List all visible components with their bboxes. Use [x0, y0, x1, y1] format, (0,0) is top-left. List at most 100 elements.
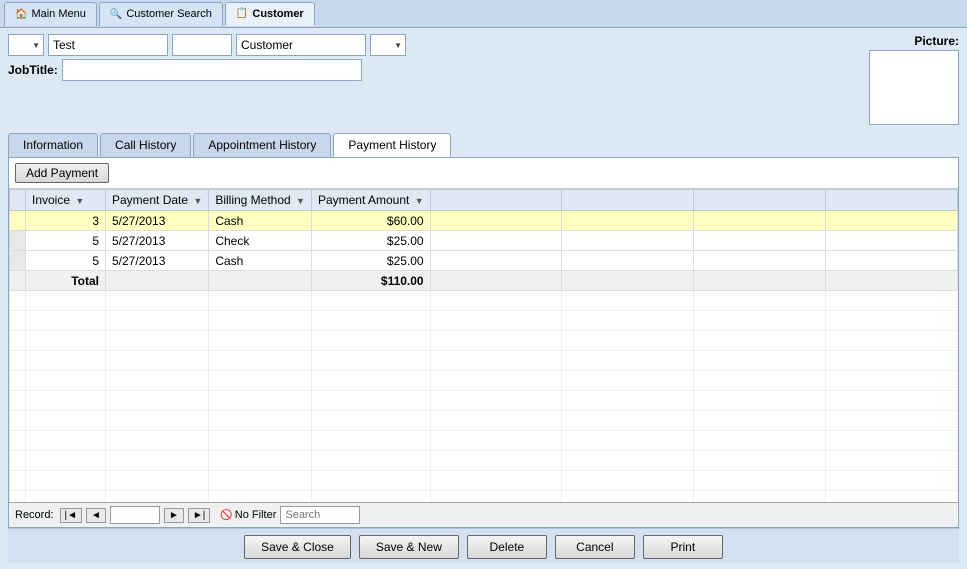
- empty-row: [10, 331, 958, 351]
- empty-cell: [106, 311, 209, 331]
- picture-section: Picture:: [839, 34, 959, 125]
- filter-icon: 🚫: [220, 510, 232, 521]
- cell-date: 5/27/2013: [106, 211, 209, 231]
- col-header-empty4: [826, 190, 958, 211]
- last-name-input[interactable]: [236, 34, 366, 56]
- prefix-arrow-icon: ▼: [32, 41, 40, 50]
- empty-cell: [694, 351, 826, 371]
- empty-cell: [826, 491, 958, 503]
- col-header-date[interactable]: Payment Date ▼: [106, 190, 209, 211]
- job-title-input[interactable]: [62, 59, 362, 81]
- save-new-button[interactable]: Save & New: [359, 535, 459, 559]
- col-header-invoice[interactable]: Invoice ▼: [26, 190, 106, 211]
- total-method-empty: [209, 271, 312, 291]
- print-button[interactable]: Print: [643, 535, 723, 559]
- total-amount: $110.00: [311, 271, 430, 291]
- empty-cell: [106, 451, 209, 471]
- nav-last-button[interactable]: ►|: [188, 508, 211, 523]
- empty-cell: [430, 371, 562, 391]
- empty-cell: [430, 391, 562, 411]
- empty-cell: [26, 451, 106, 471]
- save-close-button[interactable]: Save & Close: [244, 535, 351, 559]
- title-bar: 🏠 Main Menu 🔍 Customer Search 📋 Customer: [0, 0, 967, 28]
- empty-cell: [430, 411, 562, 431]
- nav-page-input[interactable]: [110, 506, 160, 524]
- empty-row: [10, 311, 958, 331]
- table-row[interactable]: 55/27/2013Cash$25.00: [10, 251, 958, 271]
- cell-invoice: 5: [26, 231, 106, 251]
- col-header-amount[interactable]: Payment Amount ▼: [311, 190, 430, 211]
- prefix-dropdown[interactable]: ▼: [8, 34, 44, 56]
- tab-call-history[interactable]: Call History: [100, 133, 191, 157]
- empty-cell: [26, 391, 106, 411]
- empty-cell: [694, 491, 826, 503]
- tab-customer[interactable]: 📋 Customer: [225, 2, 315, 26]
- tab-payment-history[interactable]: Payment History: [333, 133, 451, 157]
- suffix-arrow-icon: ▼: [394, 41, 402, 50]
- payment-table: Invoice ▼ Payment Date ▼ Billing Method …: [9, 189, 958, 502]
- col-header-empty3: [694, 190, 826, 211]
- delete-button[interactable]: Delete: [467, 535, 547, 559]
- nav-prev-button[interactable]: ◄: [86, 508, 106, 523]
- empty-cell: [10, 311, 26, 331]
- empty-cell: [10, 391, 26, 411]
- no-filter-label: No Filter: [235, 509, 277, 521]
- record-label: Record:: [15, 509, 54, 521]
- empty-cell: [209, 471, 312, 491]
- empty-cell: [562, 291, 694, 311]
- empty-cell: [209, 411, 312, 431]
- table-row[interactable]: 35/27/2013Cash$60.00: [10, 211, 958, 231]
- empty-cell: [209, 491, 312, 503]
- nav-first-button[interactable]: |◄: [60, 508, 83, 523]
- name-row: ▼ ▼: [8, 34, 835, 56]
- empty-cell: [10, 451, 26, 471]
- nav-search-input[interactable]: [280, 506, 360, 524]
- suffix-dropdown[interactable]: ▼: [370, 34, 406, 56]
- empty-cell: [106, 351, 209, 371]
- customer-search-icon: 🔍: [110, 9, 122, 20]
- job-row: JobTitle:: [8, 59, 835, 81]
- header-left: ▼ ▼ JobTitle:: [8, 34, 835, 81]
- empty-row: [10, 291, 958, 311]
- cancel-button[interactable]: Cancel: [555, 535, 635, 559]
- empty-cell: [209, 291, 312, 311]
- customer-icon: 📋: [236, 8, 248, 19]
- col-header-billing[interactable]: Billing Method ▼: [209, 190, 312, 211]
- total-label: Total: [26, 271, 106, 291]
- job-title-label: JobTitle:: [8, 63, 58, 77]
- empty-cell: [562, 351, 694, 371]
- empty-cell: [311, 491, 430, 503]
- empty-cell: [10, 431, 26, 451]
- empty-cell: [562, 411, 694, 431]
- cell-empty: [826, 251, 958, 271]
- empty-row: [10, 471, 958, 491]
- content-tab-strip: Information Call History Appointment His…: [8, 133, 959, 157]
- date-sort-icon: ▼: [193, 196, 202, 206]
- empty-cell: [562, 451, 694, 471]
- nav-next-button[interactable]: ►: [164, 508, 184, 523]
- empty-cell: [562, 311, 694, 331]
- table-row[interactable]: 55/27/2013Check$25.00: [10, 231, 958, 251]
- tab-customer-search[interactable]: 🔍 Customer Search: [99, 2, 223, 26]
- cell-empty: [562, 211, 694, 231]
- scrollable-table[interactable]: Invoice ▼ Payment Date ▼ Billing Method …: [9, 189, 958, 502]
- empty-cell: [10, 411, 26, 431]
- middle-name-input[interactable]: [172, 34, 232, 56]
- cell-empty: [562, 231, 694, 251]
- empty-row: [10, 431, 958, 451]
- empty-cell: [311, 391, 430, 411]
- cell-amount: $25.00: [311, 251, 430, 271]
- cell-empty: [694, 251, 826, 271]
- payment-history-panel: Add Payment Invoice ▼ Payment Date ▼: [8, 157, 959, 528]
- empty-cell: [826, 411, 958, 431]
- empty-cell: [694, 411, 826, 431]
- empty-cell: [10, 491, 26, 503]
- tab-customer-search-label: Customer Search: [126, 8, 212, 20]
- add-payment-button[interactable]: Add Payment: [15, 163, 109, 183]
- row-marker: [10, 211, 26, 231]
- empty-cell: [10, 331, 26, 351]
- first-name-input[interactable]: [48, 34, 168, 56]
- tab-information[interactable]: Information: [8, 133, 98, 157]
- tab-appointment-history[interactable]: Appointment History: [193, 133, 331, 157]
- tab-main-menu[interactable]: 🏠 Main Menu: [4, 2, 97, 26]
